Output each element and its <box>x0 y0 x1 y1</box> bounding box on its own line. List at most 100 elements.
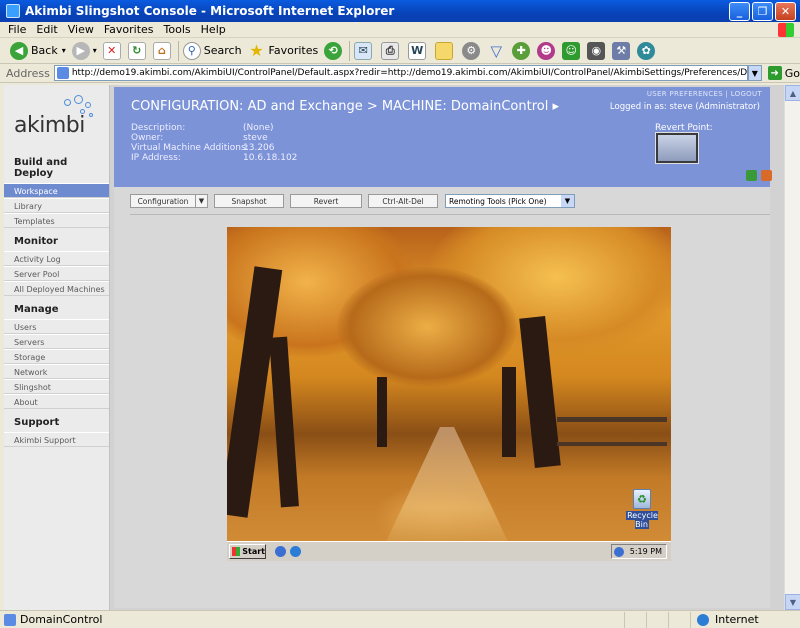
ctrl-alt-del-button[interactable]: Ctrl-Alt-Del <box>368 194 438 208</box>
user-links[interactable]: USER PREFERENCES | LOGOUT <box>647 90 762 98</box>
sidebar-item-storage[interactable]: Storage <box>4 349 109 364</box>
menu-help[interactable]: Help <box>201 23 226 36</box>
remote-desktop-view[interactable]: ♻ Recycle Bin <box>227 227 671 561</box>
scroll-down-icon[interactable]: ▼ <box>785 594 800 610</box>
page-title: CONFIGURATION: AD and Exchange > MACHINE… <box>131 99 559 114</box>
sidebar-item-slingshot[interactable]: Slingshot <box>4 379 109 394</box>
forward-arrow-icon: ▶ <box>71 41 90 60</box>
favorites-label: Favorites <box>268 44 319 57</box>
sidebar-item-library[interactable]: Library <box>4 198 109 213</box>
recycle-bin[interactable]: ♻ Recycle Bin <box>620 489 664 529</box>
vertical-scrollbar[interactable]: ▲ ▼ <box>784 85 800 610</box>
note-icon[interactable] <box>435 41 454 60</box>
mail-icon[interactable]: ✉ <box>354 41 373 60</box>
logo-dot <box>85 102 91 108</box>
search-button[interactable]: ⚲ Search <box>182 40 242 62</box>
stop-icon[interactable]: ✕ <box>102 41 121 60</box>
edit-icon[interactable]: W <box>408 41 427 60</box>
close-button[interactable]: ✕ <box>775 1 796 21</box>
page-content: akimbi Build and Deploy Workspace Librar… <box>4 85 784 610</box>
network-icon[interactable] <box>613 546 624 557</box>
sidebar-item-users[interactable]: Users <box>4 319 109 334</box>
start-label: Start <box>242 547 265 556</box>
toolbar-separator <box>177 40 179 61</box>
help-icon[interactable] <box>761 170 772 181</box>
sidebar-item-activity-log[interactable]: Activity Log <box>4 251 109 266</box>
puzzle-icon[interactable]: ✚ <box>512 41 531 60</box>
chevron-down-icon[interactable]: ▼ <box>195 194 207 208</box>
status-bar: DomainControl Internet <box>0 610 800 628</box>
owner-label: Owner: <box>131 133 164 143</box>
robot-icon[interactable]: ☺ <box>562 41 581 60</box>
system-tray: 5:19 PM <box>611 544 667 559</box>
camera-icon[interactable]: ◉ <box>587 41 606 60</box>
window-titlebar: Akimbi Slingshot Console - Microsoft Int… <box>0 0 800 22</box>
vm-additions-label: Virtual Machine Additions: <box>131 143 249 153</box>
tools-icon[interactable]: ⚒ <box>612 41 631 60</box>
snapshot-button[interactable]: Snapshot <box>214 194 284 208</box>
sidebar-item-templates[interactable]: Templates <box>4 213 109 228</box>
window-title: Akimbi Slingshot Console - Microsoft Int… <box>25 4 395 18</box>
logged-in-text: Logged in as: steve (Administrator) <box>609 102 760 112</box>
status-main: DomainControl <box>0 613 624 626</box>
minimize-button[interactable]: _ <box>729 1 750 21</box>
maximize-button[interactable]: ❐ <box>752 1 773 21</box>
home-icon[interactable]: ⌂ <box>152 41 171 60</box>
print-icon[interactable]: ⎙ <box>381 41 400 60</box>
configuration-button[interactable]: Configuration ▼ <box>130 194 208 208</box>
sidebar-item-about[interactable]: About <box>4 394 109 409</box>
sidebar-item-servers[interactable]: Servers <box>4 334 109 349</box>
start-button[interactable]: Start <box>229 544 266 559</box>
revert-point-thumbnail[interactable] <box>655 132 699 164</box>
address-dropdown-icon[interactable]: ▼ <box>747 65 762 81</box>
refresh-icon[interactable]: ↻ <box>127 41 146 60</box>
search-label: Search <box>203 44 242 57</box>
desktop-quicklaunch-icon[interactable] <box>275 546 286 557</box>
back-arrow-icon: ◀ <box>10 41 28 60</box>
tree-trunk <box>269 336 299 508</box>
triangle-icon[interactable]: ▽ <box>487 42 505 60</box>
forward-dropdown-icon[interactable]: ▾ <box>93 46 97 55</box>
sidebar-item-workspace[interactable]: Workspace <box>4 183 109 198</box>
asp-icon[interactable]: ✿ <box>637 41 656 60</box>
remoting-tools-select[interactable]: Remoting Tools (Pick One) ▼ <box>445 194 575 208</box>
sidebar-item-server-pool[interactable]: Server Pool <box>4 266 109 281</box>
favorites-button[interactable]: ★ Favorites <box>248 40 319 62</box>
go-arrow-icon: ➜ <box>767 66 782 80</box>
messenger-icon[interactable]: ☻ <box>537 41 556 60</box>
foliage <box>337 267 517 387</box>
section-monitor: Monitor <box>14 236 58 247</box>
settings-gear-icon[interactable]: ⚙ <box>462 41 481 60</box>
sidebar-item-all-deployed-machines[interactable]: All Deployed Machines <box>4 281 109 296</box>
back-dropdown-icon[interactable]: ▾ <box>62 46 66 55</box>
sidebar-item-network[interactable]: Network <box>4 364 109 379</box>
ie-app-icon <box>6 4 20 18</box>
tree-trunk <box>502 367 516 457</box>
back-button[interactable]: ◀ Back ▾ <box>10 40 66 62</box>
scroll-up-icon[interactable]: ▲ <box>785 85 800 101</box>
forward-button[interactable]: ▶ ▾ <box>71 40 97 62</box>
recycle-bin-label: Recycle Bin <box>626 511 658 529</box>
fence-rail <box>557 442 667 446</box>
address-input[interactable]: http://demo19.akimbi.com/AkimbiUI/Contro… <box>53 65 748 81</box>
revert-button[interactable]: Revert <box>290 194 362 208</box>
windows-flag-icon <box>232 547 241 556</box>
fence-rail <box>557 417 667 422</box>
divider <box>130 214 770 215</box>
menu-edit[interactable]: Edit <box>36 23 57 36</box>
menu-file[interactable]: File <box>8 23 26 36</box>
menu-tools[interactable]: Tools <box>164 23 191 36</box>
refresh-status-icon[interactable] <box>746 170 757 181</box>
machine-header: CONFIGURATION: AD and Exchange > MACHINE… <box>114 87 772 187</box>
sidebar-item-akimbi-support[interactable]: Akimbi Support <box>4 432 109 447</box>
history-icon[interactable]: ⟲ <box>324 41 343 60</box>
security-zone: Internet <box>690 611 800 628</box>
go-button[interactable]: ➜ Go <box>767 66 800 80</box>
menu-view[interactable]: View <box>68 23 94 36</box>
ie-quicklaunch-icon[interactable] <box>290 546 301 557</box>
logo-dot <box>89 113 93 117</box>
status-segment <box>668 611 690 628</box>
globe-icon <box>697 613 709 626</box>
chevron-down-icon[interactable]: ▼ <box>561 195 574 207</box>
menu-favorites[interactable]: Favorites <box>104 23 154 36</box>
